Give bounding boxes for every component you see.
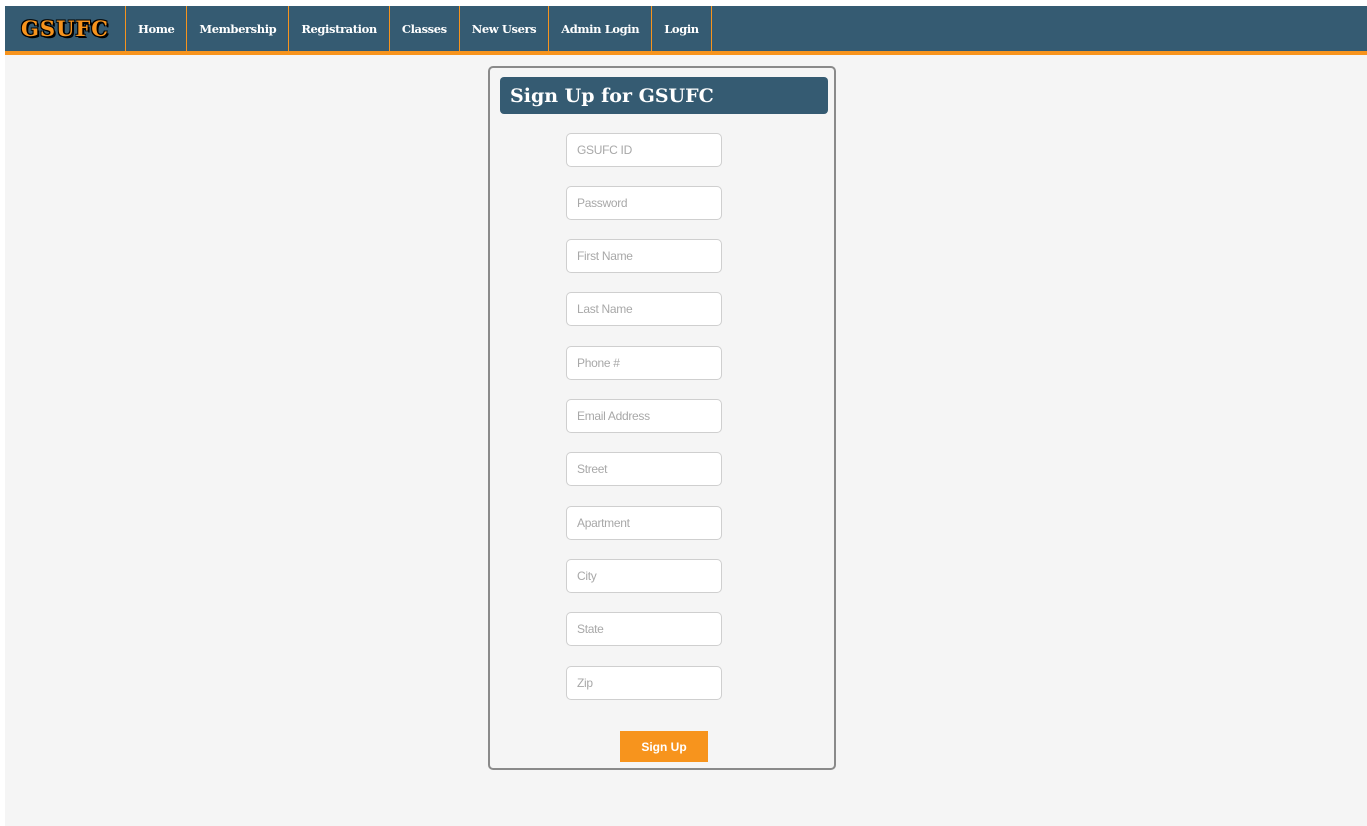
- page-background: GSUFC Home Membership Registration Class…: [5, 6, 1367, 826]
- sign-up-button[interactable]: Sign Up: [620, 731, 708, 762]
- nav-classes[interactable]: Classes: [390, 6, 460, 51]
- street-field[interactable]: [566, 452, 722, 486]
- phone-field[interactable]: [566, 346, 722, 380]
- first-name-field[interactable]: [566, 239, 722, 273]
- nav-membership[interactable]: Membership: [187, 6, 290, 51]
- nav-home[interactable]: Home: [126, 6, 188, 51]
- nav-new-users[interactable]: New Users: [460, 6, 550, 51]
- nav-login[interactable]: Login: [652, 6, 712, 51]
- state-field[interactable]: [566, 612, 722, 646]
- email-field[interactable]: [566, 399, 722, 433]
- gsufc-id-field[interactable]: [566, 133, 722, 167]
- last-name-field[interactable]: [566, 292, 722, 326]
- zip-field[interactable]: [566, 666, 722, 700]
- top-navbar: GSUFC Home Membership Registration Class…: [5, 6, 1367, 55]
- nav-admin-login[interactable]: Admin Login: [549, 6, 653, 51]
- brand-logo[interactable]: GSUFC: [5, 6, 126, 51]
- signup-form-card: Sign Up for GSUFC Sign Up: [488, 66, 836, 770]
- apartment-field[interactable]: [566, 506, 722, 540]
- form-title: Sign Up for GSUFC: [500, 77, 828, 114]
- password-field[interactable]: [566, 186, 722, 220]
- city-field[interactable]: [566, 559, 722, 593]
- nav-registration[interactable]: Registration: [289, 6, 390, 51]
